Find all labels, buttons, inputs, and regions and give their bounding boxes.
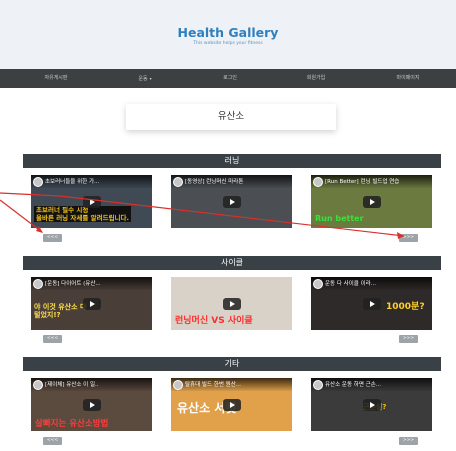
channel-avatar [313, 177, 323, 187]
nav-item-label: 자유게시판 [44, 75, 68, 81]
play-icon [82, 398, 101, 411]
prev-page-button[interactable]: <<< [43, 437, 62, 445]
nav-item-label: 마이페이지 [396, 75, 420, 81]
video-title: [Run Better] 런닝 빌드업 연습 [325, 179, 400, 185]
video-title: 운동 다 사이클 이라... [325, 281, 376, 287]
prev-page-button[interactable]: <<< [43, 335, 62, 343]
channel-avatar [173, 380, 183, 390]
next-page-button[interactable]: >>> [399, 335, 418, 343]
video-title: [동영상] 런닝머신 마라톤 [185, 179, 244, 185]
play-icon [362, 398, 381, 411]
video-title: 탈휴대 빌드 한번 원산... [185, 382, 242, 388]
page-title: 유산소 [126, 104, 336, 130]
video-thumbnail[interactable]: 탈휴대 빌드 한번 원산... 유산소 서킷 [171, 378, 292, 431]
nav-item-exercise[interactable]: 운동 ▾ [138, 69, 151, 88]
nav-item-login[interactable]: 로그인 [223, 69, 237, 88]
video-title: [운동] 다이어트 (유산... [45, 281, 101, 287]
site-title[interactable]: Health Gallery [0, 25, 456, 40]
video-caption: Run better [315, 214, 364, 223]
site-header: Health Gallery This website helps your f… [0, 0, 456, 69]
site-subtitle: This website helps your fitness [193, 41, 263, 46]
video-title: 유산소 운동 하면 근손... [325, 382, 382, 388]
video-title: [제이체] 유산소 이 일.. [45, 382, 99, 388]
channel-avatar [173, 177, 183, 187]
play-icon [82, 297, 101, 310]
nav-item-label: 운동 [138, 76, 148, 82]
next-page-button[interactable]: >>> [399, 234, 418, 242]
play-icon [222, 297, 241, 310]
video-caption: 런닝머신 VS 사이클 [175, 316, 253, 326]
channel-avatar [33, 380, 43, 390]
video-thumbnail[interactable]: [Run Better] 런닝 빌드업 연습 Run better [311, 175, 432, 228]
section-header-cycle: 사이클 [23, 256, 441, 270]
channel-avatar [313, 279, 323, 289]
nav-item-free-board[interactable]: 자유게시판 [44, 69, 67, 88]
play-icon [222, 195, 241, 208]
play-icon [222, 398, 241, 411]
channel-avatar [33, 177, 43, 187]
video-caption: 초보러너 필수 시청 올바른 러닝 자세를 알려드립니다. [34, 206, 131, 222]
video-thumbnail[interactable]: 유산소 운동 하면 근손... 근손실? [311, 378, 432, 431]
chevron-down-icon: ▾ [149, 76, 152, 81]
video-thumbnail[interactable]: [동영상] 런닝머신 마라톤 [171, 175, 292, 228]
play-icon [82, 195, 101, 208]
video-title: 초보러너들을 위한 가... [45, 179, 100, 185]
video-caption: 1000분? [386, 302, 425, 312]
video-thumbnail[interactable]: [운동] 다이어트 (유산... 야 이것 유산소 다 털었지!? [31, 277, 152, 330]
nav-item-label: 회원가입 [306, 75, 326, 81]
video-thumbnail[interactable]: 런닝머신 VS 사이클 [171, 277, 292, 330]
main-navbar: 자유게시판 운동 ▾ 로그인 회원가입 마이페이지 [0, 69, 456, 88]
section-header-etc: 기타 [23, 357, 441, 371]
channel-avatar [33, 279, 43, 289]
video-thumbnail[interactable]: [제이체] 유산소 이 일.. 살빠지는 유산소방법 [31, 378, 152, 431]
play-icon [362, 297, 381, 310]
video-caption: 살빠지는 유산소방법 [35, 419, 109, 429]
section-header-running: 러닝 [23, 154, 441, 168]
channel-avatar [313, 380, 323, 390]
play-icon [362, 195, 381, 208]
nav-item-signup[interactable]: 회원가입 [307, 69, 325, 88]
prev-page-button[interactable]: <<< [43, 234, 62, 242]
nav-item-label: 로그인 [223, 75, 237, 81]
video-thumbnail[interactable]: 운동 다 사이클 이라... 1000분? [311, 277, 432, 330]
app-root: Health Gallery This website helps your f… [0, 0, 456, 451]
nav-item-mypage[interactable]: 마이페이지 [396, 69, 419, 88]
video-thumbnail[interactable]: 초보러너들을 위한 가... 초보러너 필수 시청 올바른 러닝 자세를 알려드… [31, 175, 152, 228]
next-page-button[interactable]: >>> [399, 437, 418, 445]
